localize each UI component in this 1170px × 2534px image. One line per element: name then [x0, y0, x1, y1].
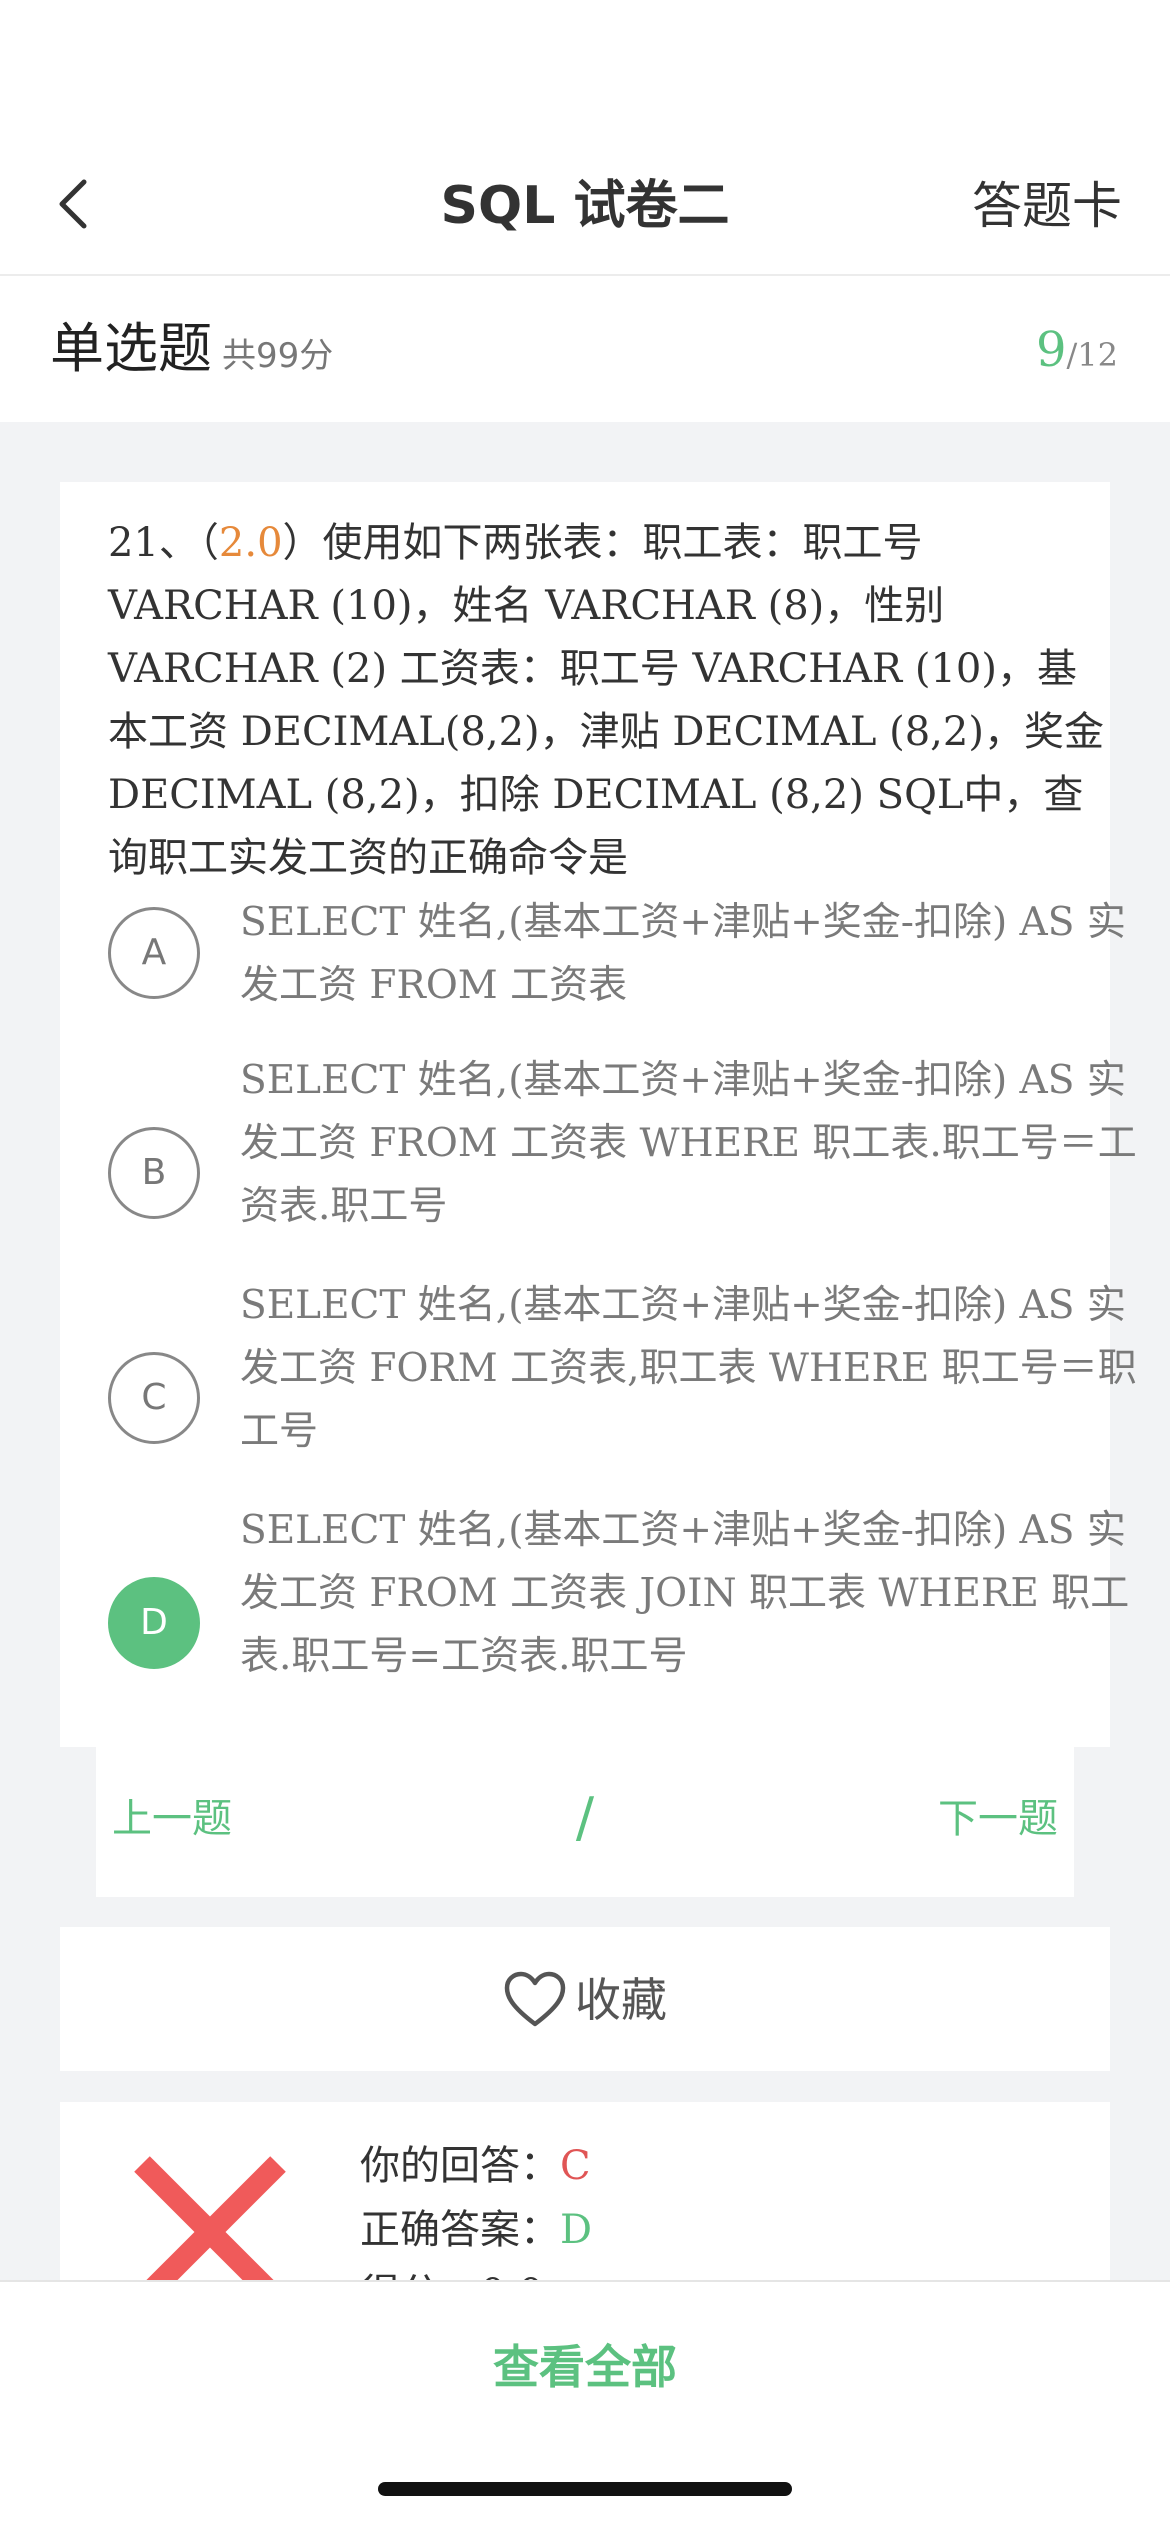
option-d-circle[interactable]: D [108, 1577, 200, 1669]
option-a-text[interactable]: SELECT 姓名,(基本工资+津贴+奖金-扣除) AS 实发工资 FROM 工… [240, 891, 1140, 1017]
home-indicator[interactable] [378, 2482, 792, 2496]
question-score: 2.0 [218, 520, 283, 566]
question-progress: 9/12 [1036, 320, 1118, 391]
question-number: 21、（ [108, 520, 219, 566]
option-d[interactable]: D SELECT 姓名,(基本工资+津贴+奖金-扣除) AS 实发工资 FROM… [108, 1508, 1129, 1767]
question-body: ）使用如下两张表：职工表：职工号 VARCHAR (10)，姓名 VARCHAR… [108, 520, 1104, 881]
next-question-button[interactable]: 下一题 [938, 1789, 1058, 1849]
section-name: 单选题 [50, 317, 212, 380]
option-b-text[interactable]: SELECT 姓名,(基本工资+津贴+奖金-扣除) AS 实发工资 FROM 工… [240, 1049, 1140, 1238]
your-answer-row: 你的回答：C [360, 2134, 591, 2198]
correct-answer-value: D [560, 2207, 593, 2253]
question-pager: 上一题 / 下一题 [96, 1747, 1074, 1897]
section-header: 单选题 共99分 9/12 [0, 276, 1170, 422]
your-answer-value: C [560, 2143, 591, 2189]
progress-total: /12 [1066, 336, 1119, 374]
favorite-content[interactable]: 收藏 [60, 1967, 1110, 2032]
option-a[interactable]: A SELECT 姓名,(基本工资+津贴+奖金-扣除) AS 实发工资 FROM… [108, 900, 1126, 1037]
question-text: 21、（2.0）使用如下两张表：职工表：职工号 VARCHAR (10)，姓名 … [108, 512, 1108, 890]
view-all-button[interactable]: 查看全部 [0, 2332, 1170, 2402]
pager-separator: / [575, 1786, 595, 1849]
option-d-text[interactable]: SELECT 姓名,(基本工资+津贴+奖金-扣除) AS 实发工资 FROM 工… [240, 1499, 1140, 1688]
section-title: 单选题 共99分 [50, 314, 333, 391]
status-bar [0, 0, 1170, 140]
option-a-circle[interactable]: A [108, 907, 200, 999]
nav-bar: SQL 试卷二 答题卡 [0, 140, 1170, 276]
correct-answer-label: 正确答案： [360, 2207, 560, 2253]
favorite-label[interactable]: 收藏 [575, 1973, 667, 2027]
correct-answer-row: 正确答案：D [360, 2198, 592, 2262]
favorite-button[interactable]: 收藏 [60, 1927, 1110, 2071]
option-c-text[interactable]: SELECT 姓名,(基本工资+津贴+奖金-扣除) AS 实发工资 FORM 工… [240, 1274, 1140, 1463]
option-b-circle[interactable]: B [108, 1127, 200, 1219]
option-c-circle[interactable]: C [108, 1352, 200, 1444]
heart-outline-icon[interactable] [503, 1970, 567, 2030]
progress-current: 9 [1035, 322, 1067, 378]
section-total-score: 共99分 [222, 336, 334, 376]
question-card: 21、（2.0）使用如下两张表：职工表：职工号 VARCHAR (10)，姓名 … [60, 482, 1137, 1747]
your-answer-label: 你的回答： [360, 2143, 560, 2189]
answer-card-button[interactable]: 答题卡 [972, 170, 1122, 242]
